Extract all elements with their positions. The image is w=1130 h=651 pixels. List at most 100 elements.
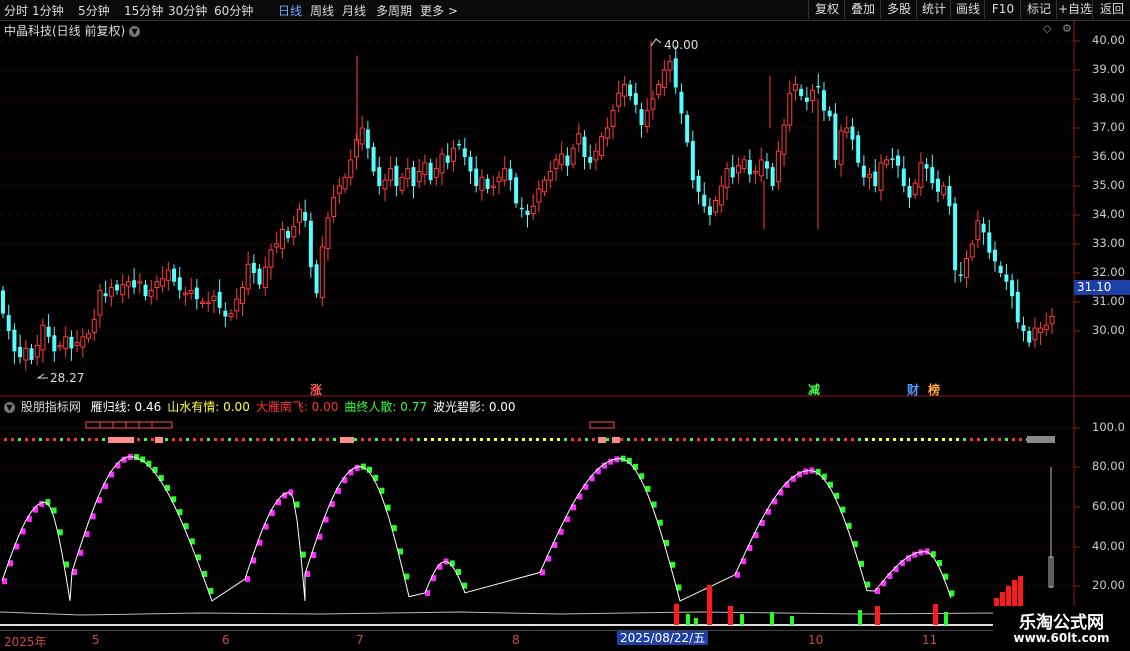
candle-body — [303, 212, 308, 221]
candle-body — [223, 310, 228, 317]
kline-chart — [0, 20, 1130, 630]
period-tab[interactable]: 1分钟 — [32, 2, 64, 19]
candle-body — [331, 197, 337, 217]
candle-body — [200, 301, 206, 304]
signal-dot — [977, 438, 980, 441]
oscillator-bar — [294, 501, 300, 508]
signal-dot — [900, 438, 903, 441]
chevron-down-icon[interactable]: ▼ — [4, 402, 15, 413]
signal-dot — [389, 438, 392, 441]
candle-body — [399, 176, 405, 191]
settings-icon[interactable]: ⚙ — [1062, 22, 1072, 35]
marker-cai[interactable]: 财 — [907, 381, 919, 398]
candle-body — [336, 185, 342, 194]
watermark: 乐淘公式网 www.60lt.com — [993, 606, 1130, 650]
candle-body — [1015, 291, 1020, 323]
oscillator-bar — [834, 492, 840, 499]
price-tick: 30.00 — [1092, 323, 1125, 337]
candle-body — [799, 88, 804, 97]
oscillator-bar — [140, 456, 146, 463]
candle-body — [474, 168, 479, 186]
oscillator-bar — [664, 540, 669, 547]
period-tab[interactable]: 30分钟 — [168, 2, 207, 19]
signal-dot — [690, 438, 693, 441]
signal-dot — [585, 438, 588, 441]
toolbar-button[interactable]: F10 — [984, 0, 1021, 19]
candle-body — [348, 159, 354, 178]
period-tab[interactable]: 15分钟 — [124, 2, 163, 19]
signal-dot — [914, 438, 917, 441]
period-tab[interactable]: 分时 — [4, 2, 28, 19]
signal-dot — [788, 438, 791, 441]
candle-body — [405, 168, 411, 180]
signal-box — [589, 421, 615, 429]
signal-dot — [410, 438, 413, 441]
price-tick: 40.00 — [1092, 33, 1125, 47]
signal-dot — [557, 438, 560, 441]
toolbar-button[interactable]: 返回 — [1092, 0, 1130, 19]
toolbar-button[interactable]: +自选 — [1056, 0, 1093, 19]
signal-dot — [200, 438, 203, 441]
oscillator-bar — [626, 457, 632, 464]
chevron-down-icon[interactable]: ▼ — [129, 26, 141, 37]
oscillator-bar — [57, 529, 63, 536]
signal-dot — [319, 438, 322, 441]
toolbar-button[interactable]: 复权 — [808, 0, 845, 19]
signal-box — [85, 421, 173, 429]
candle-body — [661, 69, 667, 88]
signal-dot — [116, 438, 119, 441]
signal-block — [340, 437, 354, 443]
candle-body — [1043, 324, 1049, 331]
oscillator-bar — [26, 515, 32, 522]
period-tab[interactable]: 月线 — [342, 2, 366, 19]
volume-bar — [790, 616, 794, 625]
oscillator-bar — [443, 558, 449, 565]
price-tick: 38.00 — [1092, 91, 1125, 105]
signal-dot — [151, 438, 154, 441]
diamond-icon[interactable]: ◇ — [1043, 22, 1051, 35]
toolbar-button[interactable]: 画线 — [950, 0, 985, 19]
candle-body — [656, 84, 662, 96]
period-tab[interactable]: 60分钟 — [214, 2, 253, 19]
toolbar-button[interactable]: 多股 — [880, 0, 917, 19]
period-tab[interactable]: 周线 — [310, 2, 334, 19]
candle-body — [1021, 325, 1026, 331]
indicator-legend: ▼ 股朋指标网 雁归线: 0.46 山水有情: 0.00 大雁南飞: 0.00 曲终人… — [4, 398, 528, 415]
candle-body — [416, 171, 422, 183]
marker-zhang[interactable]: 涨 — [310, 381, 322, 398]
signal-dot — [235, 438, 238, 441]
oscillator-bar — [571, 504, 576, 511]
candle-body — [29, 348, 34, 360]
oscillator-bar — [90, 513, 96, 520]
oscillator-bar — [305, 570, 310, 577]
candle-body — [753, 171, 759, 174]
signal-dot — [95, 438, 98, 441]
toolbar-button[interactable]: 统计 — [916, 0, 951, 19]
period-tab[interactable]: 5分钟 — [78, 2, 110, 19]
oscillator-bar — [257, 539, 263, 546]
oscillator-bar — [859, 560, 864, 567]
date-tick: 11 — [922, 633, 938, 647]
toolbar-button[interactable]: 标记 — [1020, 0, 1057, 19]
marker-bang[interactable]: 榜 — [928, 381, 940, 398]
toolbar-button[interactable]: 叠加 — [844, 0, 881, 19]
candle-body — [12, 329, 17, 352]
period-tab[interactable]: 日线 — [278, 2, 302, 19]
oscillator-bar — [840, 506, 846, 513]
candle-body — [353, 139, 359, 158]
candle-body — [833, 113, 838, 160]
signal-dot — [228, 438, 231, 441]
signal-dot — [46, 438, 49, 441]
oscillator-bar — [78, 549, 84, 556]
candle-body — [610, 110, 616, 128]
oscillator-bar — [456, 568, 461, 575]
period-tab[interactable]: 多周期 — [376, 2, 412, 19]
signal-dot — [739, 438, 742, 441]
indicator-name[interactable]: 股朋指标网 — [21, 400, 81, 414]
period-tab[interactable]: 更多 > — [420, 2, 458, 19]
candle-body — [685, 114, 690, 143]
signal-dot — [858, 438, 861, 441]
candle-body — [827, 110, 832, 117]
marker-jian[interactable]: 减 — [808, 381, 820, 398]
oscillator-bar — [342, 477, 348, 484]
